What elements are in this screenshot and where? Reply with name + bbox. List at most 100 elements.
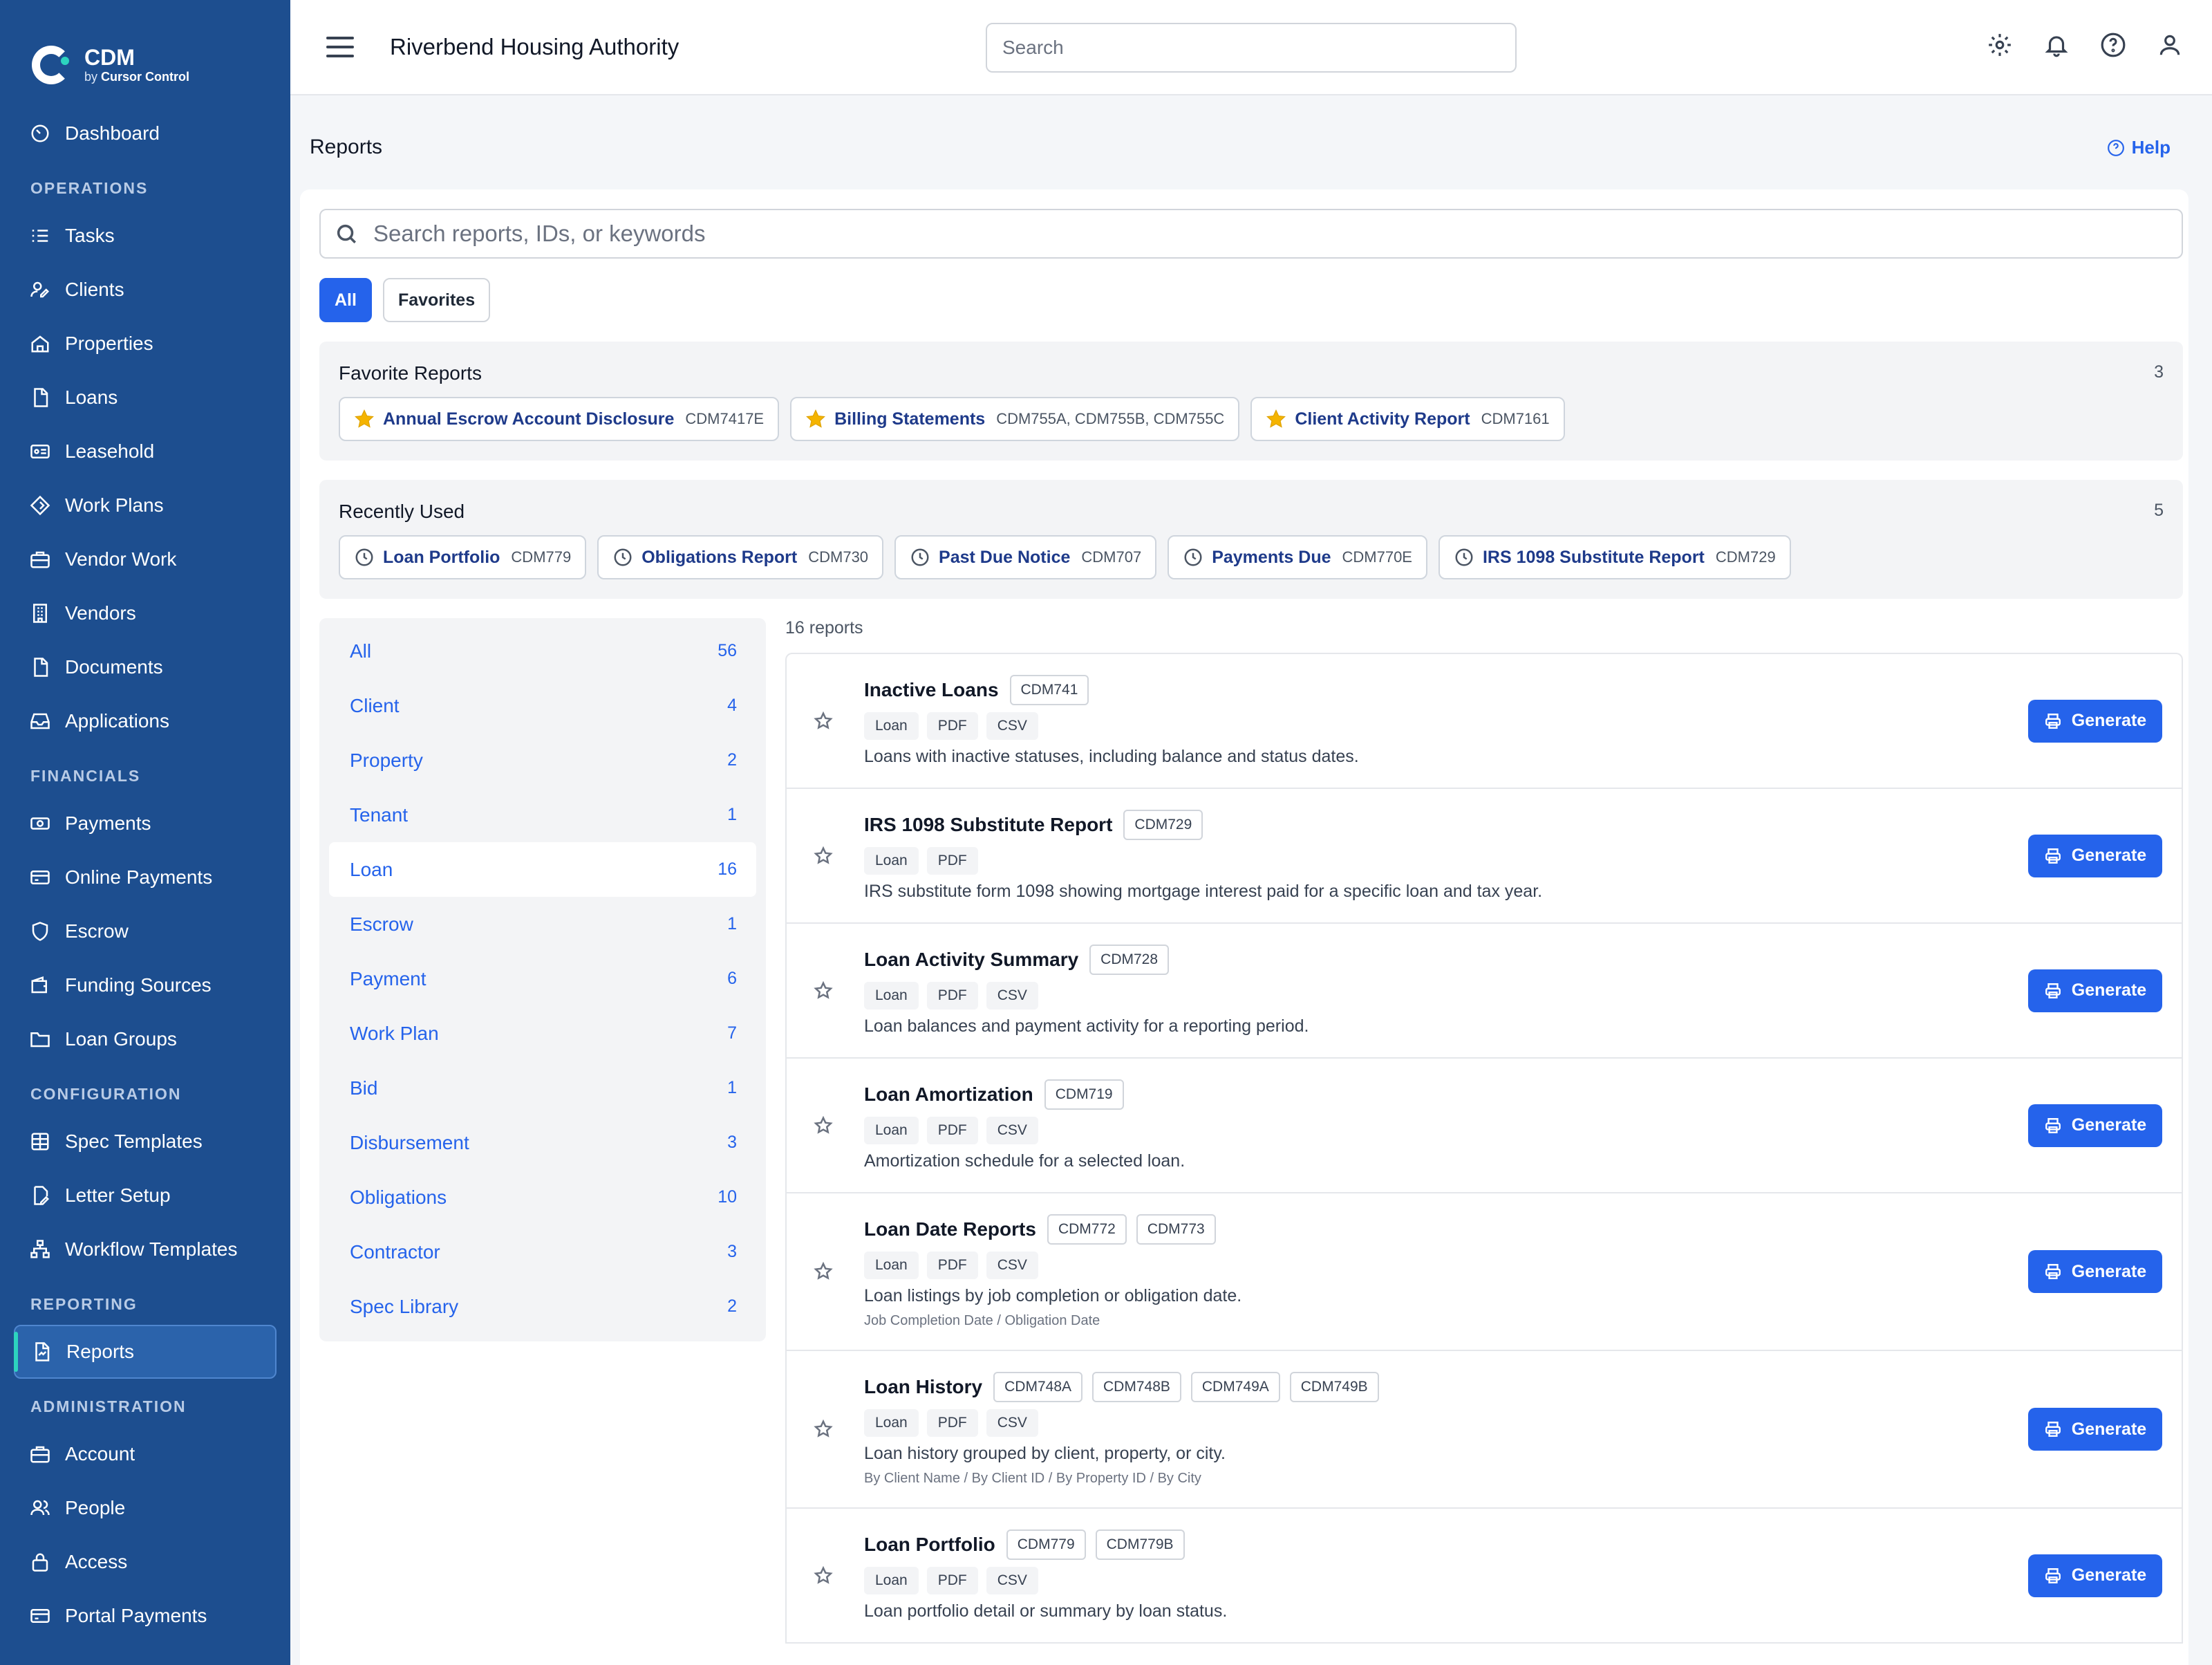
category-property[interactable]: Property 2 bbox=[329, 733, 756, 788]
recent-chip[interactable]: Past Due Notice CDM707 bbox=[894, 535, 1157, 579]
star-outline-icon[interactable] bbox=[813, 1115, 834, 1136]
category-label: Loan bbox=[350, 858, 393, 880]
help-circle-icon[interactable] bbox=[2099, 30, 2128, 59]
sidebar-item-payments[interactable]: Payments bbox=[0, 797, 290, 850]
sidebar-item-leasehold[interactable]: Leasehold bbox=[0, 425, 290, 478]
report-title[interactable]: Loan Portfolio bbox=[864, 1534, 995, 1556]
menu-icon[interactable] bbox=[326, 37, 354, 57]
star-outline-icon[interactable] bbox=[813, 1419, 834, 1440]
sidebar-item-portal-payments[interactable]: Portal Payments bbox=[0, 1589, 290, 1643]
sidebar-item-people[interactable]: People bbox=[0, 1481, 290, 1535]
sidebar-item-spec-templates[interactable]: Spec Templates bbox=[0, 1115, 290, 1169]
sidebar-item-account[interactable]: Account bbox=[0, 1427, 290, 1481]
sidebar-item-vendors[interactable]: Vendors bbox=[0, 586, 290, 640]
chip-code: CDM7417E bbox=[685, 410, 765, 427]
user-icon[interactable] bbox=[2155, 30, 2184, 59]
sidebar-item-escrow[interactable]: Escrow bbox=[0, 904, 290, 958]
favorite-chip[interactable]: Annual Escrow Account Disclosure CDM7417E bbox=[339, 397, 780, 441]
page-title: Reports bbox=[310, 136, 383, 158]
bell-icon[interactable] bbox=[2042, 30, 2071, 59]
report-search[interactable] bbox=[319, 209, 2183, 259]
star-outline-icon[interactable] bbox=[813, 1565, 834, 1586]
star-outline-icon[interactable] bbox=[813, 711, 834, 732]
sidebar-item-loans[interactable]: Loans bbox=[0, 371, 290, 425]
report-title[interactable]: Loan Date Reports bbox=[864, 1218, 1036, 1240]
sidebar-item-online-payments[interactable]: Online Payments bbox=[0, 850, 290, 904]
category-escrow[interactable]: Escrow 1 bbox=[329, 897, 756, 951]
sidebar-item-clients[interactable]: Clients bbox=[0, 263, 290, 317]
sidebar-item-work-plans[interactable]: Work Plans bbox=[0, 478, 290, 532]
report-title[interactable]: Loan Activity Summary bbox=[864, 949, 1078, 971]
sidebar-item-label: Applications bbox=[65, 710, 169, 732]
generate-button[interactable]: Generate bbox=[2028, 1408, 2162, 1451]
recent-chip[interactable]: IRS 1098 Substitute Report CDM729 bbox=[1438, 535, 1791, 579]
sidebar-item-label: Dashboard bbox=[65, 122, 160, 144]
sidebar-item-documents[interactable]: Documents bbox=[0, 640, 290, 694]
report-title[interactable]: IRS 1098 Substitute Report bbox=[864, 814, 1112, 836]
category-disbursement[interactable]: Disbursement 3 bbox=[329, 1115, 756, 1170]
star-outline-icon[interactable] bbox=[813, 1261, 834, 1282]
category-contractor[interactable]: Contractor 3 bbox=[329, 1225, 756, 1279]
help-link[interactable]: Help bbox=[2107, 137, 2171, 158]
sidebar-item-applications[interactable]: Applications bbox=[0, 694, 290, 748]
nav-section-title: REPORTING bbox=[30, 1295, 138, 1313]
brand[interactable]: CDM by Cursor Control bbox=[0, 0, 290, 97]
recent-chip[interactable]: Payments Due CDM770E bbox=[1168, 535, 1427, 579]
format-tag: PDF bbox=[926, 1117, 978, 1144]
category-count: 1 bbox=[727, 1078, 737, 1097]
tab-all[interactable]: All bbox=[319, 278, 372, 322]
generate-button[interactable]: Generate bbox=[2028, 1554, 2162, 1597]
report-title[interactable]: Inactive Loans bbox=[864, 679, 999, 701]
report-search-input[interactable] bbox=[373, 221, 2182, 247]
category-loan[interactable]: Loan 16 bbox=[329, 842, 756, 897]
category-tenant[interactable]: Tenant 1 bbox=[329, 788, 756, 842]
report-title[interactable]: Loan History bbox=[864, 1376, 982, 1398]
sidebar-item-workflow-templates[interactable]: Workflow Templates bbox=[0, 1222, 290, 1276]
sidebar-item-reports[interactable]: Reports bbox=[14, 1325, 276, 1379]
generate-button[interactable]: Generate bbox=[2028, 699, 2162, 743]
report-code: CDM749A bbox=[1190, 1372, 1280, 1402]
sidebar-item-vendor-work[interactable]: Vendor Work bbox=[0, 532, 290, 586]
category-obligations[interactable]: Obligations 10 bbox=[329, 1170, 756, 1225]
report-row: Loan Date Reports CDM772 CDM773 Loan PDF CSV L… bbox=[787, 1193, 2182, 1351]
tab-favorites[interactable]: Favorites bbox=[382, 278, 491, 322]
report-row: Loan Activity Summary CDM728 Loan PDF CSV Loa… bbox=[787, 924, 2182, 1059]
category-all[interactable]: All 56 bbox=[329, 624, 756, 678]
category-label: Obligations bbox=[350, 1186, 447, 1208]
generate-label: Generate bbox=[2071, 846, 2147, 865]
generate-button[interactable]: Generate bbox=[2028, 1250, 2162, 1293]
sidebar-item-dashboard[interactable]: Dashboard bbox=[0, 106, 290, 160]
generate-button[interactable]: Generate bbox=[2028, 1104, 2162, 1147]
sidebar-item-funding-sources[interactable]: Funding Sources bbox=[0, 958, 290, 1012]
reports-panel: All Favorites Favorite Reports 3 Annual … bbox=[300, 189, 2188, 1665]
report-title[interactable]: Loan Amortization bbox=[864, 1083, 1033, 1106]
category-work-plan[interactable]: Work Plan 7 bbox=[329, 1006, 756, 1061]
generate-button[interactable]: Generate bbox=[2028, 834, 2162, 877]
sidebar-item-loan-groups[interactable]: Loan Groups bbox=[0, 1012, 290, 1066]
category-spec-library[interactable]: Spec Library 2 bbox=[329, 1279, 756, 1334]
favorite-chip[interactable]: Billing Statements CDM755A, CDM755B, CDM7… bbox=[790, 397, 1240, 441]
wallet-icon bbox=[29, 974, 51, 996]
recent-chip[interactable]: Loan Portfolio CDM779 bbox=[339, 535, 587, 579]
recent-chip[interactable]: Obligations Report CDM730 bbox=[597, 535, 884, 579]
sidebar-item-properties[interactable]: Properties bbox=[0, 317, 290, 371]
report-code: CDM779B bbox=[1095, 1529, 1185, 1560]
report-row: Loan Portfolio CDM779 CDM779B Loan PDF CSV Loa… bbox=[787, 1509, 2182, 1644]
category-bid[interactable]: Bid 1 bbox=[329, 1061, 756, 1115]
sidebar-item-letter-setup[interactable]: Letter Setup bbox=[0, 1169, 290, 1222]
category-payment[interactable]: Payment 6 bbox=[329, 951, 756, 1006]
sidebar-item-access[interactable]: Access bbox=[0, 1535, 290, 1589]
global-search-input[interactable] bbox=[986, 23, 1517, 73]
generate-button[interactable]: Generate bbox=[2028, 969, 2162, 1012]
star-outline-icon[interactable] bbox=[813, 980, 834, 1001]
sidebar-item-label: Clients bbox=[65, 279, 124, 300]
category-label: All bbox=[350, 640, 372, 662]
favorite-chip[interactable]: Client Activity Report CDM7161 bbox=[1250, 397, 1565, 441]
chip-code: CDM779 bbox=[511, 548, 572, 566]
star-outline-icon[interactable] bbox=[813, 846, 834, 866]
category-count: 7 bbox=[727, 1023, 737, 1043]
category-client[interactable]: Client 4 bbox=[329, 678, 756, 733]
report-icon bbox=[30, 1341, 53, 1363]
sidebar-item-tasks[interactable]: Tasks bbox=[0, 209, 290, 263]
gear-icon[interactable] bbox=[1985, 30, 2014, 59]
